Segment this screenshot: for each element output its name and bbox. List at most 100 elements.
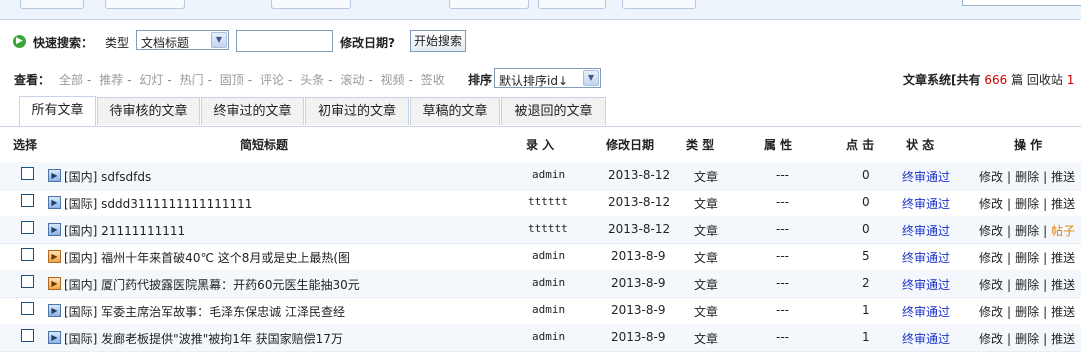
article-author: admin	[532, 276, 566, 289]
toolbar-button[interactable]	[20, 0, 84, 9]
article-icon: ▶	[48, 277, 61, 290]
article-type: 文章	[694, 278, 719, 292]
tab-final-reviewed[interactable]: 终审过的文章	[201, 97, 304, 125]
push-link[interactable]: 推送	[1051, 332, 1075, 346]
delete-link[interactable]: 删除	[1015, 197, 1039, 211]
filter-link-pinned[interactable]: 固顶	[220, 73, 244, 87]
toolbar-button[interactable]	[449, 0, 529, 9]
article-clicks: 0	[862, 222, 870, 236]
row-actions: 修改 | 删除 | 帖子	[979, 224, 1076, 238]
article-author: admin	[532, 303, 566, 316]
edit-link[interactable]: 修改	[979, 278, 1003, 292]
article-title[interactable]: [国内] 福州十年来首破40℃ 这个8月或是史上最热(图	[64, 249, 350, 266]
article-author: admin	[532, 168, 566, 181]
push-link[interactable]: 推送	[1051, 170, 1075, 184]
article-author: tttttt	[528, 195, 568, 208]
push-link[interactable]: 推送	[1051, 305, 1075, 319]
tab-all-articles[interactable]: 所有文章	[19, 96, 96, 126]
article-date: 2013-8-12	[608, 168, 671, 182]
edit-link[interactable]: 修改	[979, 224, 1003, 238]
view-label: 查看：	[14, 73, 51, 87]
toolbar-button[interactable]	[622, 0, 696, 9]
article-status[interactable]: 终审通过	[902, 168, 950, 185]
article-status[interactable]: 终审通过	[902, 276, 950, 293]
article-clicks: 5	[862, 249, 870, 263]
tab-rejected[interactable]: 被退回的文章	[501, 97, 606, 125]
row-checkbox[interactable]	[21, 329, 34, 342]
col-status: 状 态	[906, 138, 935, 152]
article-icon: ▶	[48, 223, 61, 236]
table-row: ▶ [国际] 军委主席治军故事：毛泽东保忠诚 江泽民查经 admin 2013-…	[0, 297, 1081, 325]
recycle-count[interactable]: 1	[1067, 73, 1075, 87]
row-checkbox[interactable]	[21, 248, 34, 261]
filter-link-comment[interactable]: 评论	[260, 73, 284, 87]
toolbar-button[interactable]	[538, 0, 606, 9]
edit-link[interactable]: 修改	[979, 170, 1003, 184]
filter-link-scroll[interactable]: 滚动	[340, 73, 364, 87]
table-row: ▶ [国际] 发廊老板提供"波推"被拘1年 获国家赔偿17万 admin 201…	[0, 324, 1081, 352]
push-link[interactable]: 推送	[1051, 197, 1075, 211]
row-actions: 修改 | 删除 | 推送	[979, 251, 1076, 265]
filter-link-signed[interactable]: 签收	[421, 73, 445, 87]
toolbar-button[interactable]	[105, 0, 185, 9]
article-clicks: 0	[862, 168, 870, 182]
delete-link[interactable]: 删除	[1015, 305, 1039, 319]
filter-link-hot[interactable]: 热门	[180, 73, 204, 87]
tab-drafts[interactable]: 草稿的文章	[410, 97, 500, 125]
article-status[interactable]: 终审通过	[902, 330, 950, 347]
filter-link-slideshow[interactable]: 幻灯	[139, 73, 163, 87]
article-title[interactable]: [国际] 军委主席治军故事：毛泽东保忠诚 江泽民查经	[64, 303, 345, 320]
edit-link[interactable]: 修改	[979, 251, 1003, 265]
go-arrow-icon: ▶	[13, 35, 26, 48]
tab-pending-review[interactable]: 待审核的文章	[97, 97, 200, 125]
article-type: 文章	[694, 332, 719, 346]
article-status[interactable]: 终审通过	[902, 249, 950, 266]
filter-link-video[interactable]: 视频	[381, 73, 405, 87]
col-author: 录 入	[526, 138, 555, 152]
delete-link[interactable]: 删除	[1015, 224, 1039, 238]
article-title[interactable]: [国内] 厦门药代披露医院黑幕：开药60元医生能抽30元	[64, 276, 360, 293]
sort-select[interactable]: 默认排序id↓ ▼	[494, 68, 601, 88]
edit-link[interactable]: 修改	[979, 305, 1003, 319]
push-link[interactable]: 推送	[1051, 278, 1075, 292]
sort-label: 排序	[468, 73, 493, 87]
chevron-down-icon: ▼	[583, 70, 599, 86]
push-link[interactable]: 推送	[1051, 251, 1075, 265]
delete-link[interactable]: 删除	[1015, 332, 1039, 346]
table-row: ▶ [国际] sddd3111111111111111 tttttt 2013-…	[0, 189, 1081, 217]
edit-link[interactable]: 修改	[979, 332, 1003, 346]
filter-link-all[interactable]: 全部	[59, 73, 83, 87]
keyword-input[interactable]	[236, 30, 333, 52]
toolbar-button[interactable]	[271, 0, 351, 9]
row-checkbox[interactable]	[21, 275, 34, 288]
row-checkbox[interactable]	[21, 194, 34, 207]
article-status[interactable]: 终审通过	[902, 195, 950, 212]
row-checkbox[interactable]	[21, 302, 34, 315]
post-link[interactable]: 帖子	[1051, 224, 1075, 238]
start-search-button[interactable]: 开始搜索	[410, 30, 466, 52]
article-title[interactable]: [国内] sdfsdfds	[64, 168, 151, 185]
filter-link-headline[interactable]: 头条	[300, 73, 324, 87]
article-title[interactable]: [国际] sddd3111111111111111	[64, 195, 252, 212]
article-author: admin	[532, 249, 566, 262]
delete-link[interactable]: 删除	[1015, 170, 1039, 184]
delete-link[interactable]: 删除	[1015, 251, 1039, 265]
row-checkbox[interactable]	[21, 167, 34, 180]
col-attr: 属 性	[764, 138, 793, 152]
type-select[interactable]: 文档标题 ▼	[136, 30, 229, 50]
article-date: 2013-8-12	[608, 222, 671, 236]
edit-link[interactable]: 修改	[979, 197, 1003, 211]
article-title[interactable]: [国际] 发廊老板提供"波推"被拘1年 获国家赔偿17万	[64, 330, 343, 347]
filter-link-recommend[interactable]: 推荐	[99, 73, 123, 87]
table-row: ▶ [国内] 21111111111 tttttt 2013-8-12 文章 -…	[0, 216, 1081, 244]
article-status[interactable]: 终审通过	[902, 303, 950, 320]
top-search-input[interactable]	[962, 0, 1081, 6]
row-checkbox[interactable]	[21, 221, 34, 234]
article-date: 2013-8-9	[611, 249, 666, 263]
tab-initial-reviewed[interactable]: 初审过的文章	[305, 97, 409, 125]
article-status[interactable]: 终审通过	[902, 222, 950, 239]
delete-link[interactable]: 删除	[1015, 278, 1039, 292]
article-title[interactable]: [国内] 21111111111	[64, 222, 185, 239]
col-clicks: 点 击	[846, 138, 875, 152]
article-attr: ---	[776, 249, 789, 263]
